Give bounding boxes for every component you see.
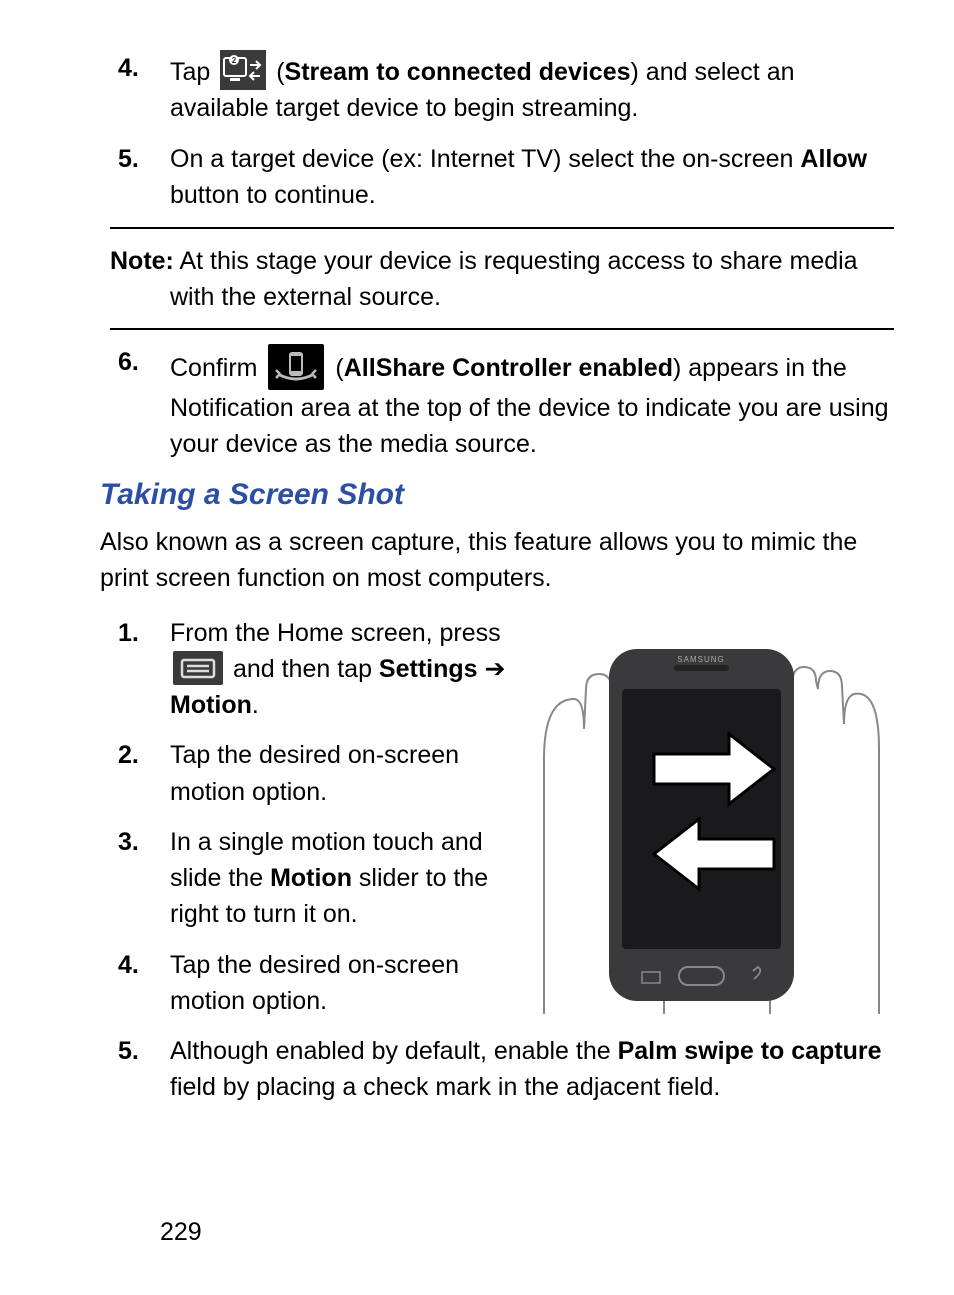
step-text-post: button to continue.	[170, 181, 376, 209]
frag1: From the Home screen, press	[170, 619, 501, 647]
two-column-layout: 1. From the Home screen, press and then …	[110, 615, 894, 1034]
step-b5: 5. Although enabled by default, enable t…	[110, 1033, 894, 1106]
step-text-pre: Confirm	[170, 354, 264, 382]
step-b2: 2. Tap the desired on-screen motion opti…	[110, 737, 518, 810]
arrow: ➔	[478, 655, 506, 683]
divider	[110, 227, 894, 229]
page-number: 229	[160, 1218, 202, 1247]
left-column: 1. From the Home screen, press and then …	[110, 615, 524, 1034]
steps-list-b: 1. From the Home screen, press and then …	[110, 615, 518, 1020]
phone-brand-text: SAMSUNG	[677, 655, 724, 664]
allow-label: Allow	[800, 145, 867, 173]
stream-to-devices-icon: 2	[220, 50, 266, 90]
allshare-controller-icon	[268, 344, 324, 390]
step-text-pre: On a target device (ex: Internet TV) sel…	[170, 145, 800, 173]
settings-label: Settings	[379, 655, 478, 683]
palm-swipe-figure: SAMSUNG	[524, 619, 894, 1019]
step-text-post: field by placing a check mark in the adj…	[170, 1073, 720, 1101]
paren-open: (	[276, 58, 284, 86]
motion-bold: Motion	[270, 864, 352, 892]
steps-list-b2: 5. Although enabled by default, enable t…	[110, 1033, 894, 1106]
manual-page: 4. Tap 2 (Stream to connected devices) a…	[0, 0, 954, 1295]
step-number: 4.	[118, 947, 139, 983]
step-text-pre: Although enabled by default, enable the	[170, 1037, 618, 1065]
step-number: 4.	[118, 50, 139, 86]
step-text-pre: Tap	[170, 58, 217, 86]
svg-text:2: 2	[232, 56, 237, 65]
icon-label: Stream to connected devices	[285, 58, 631, 86]
palm-swipe-bold: Palm swipe to capture	[618, 1037, 882, 1065]
divider	[110, 328, 894, 330]
step-text: Tap the desired on-screen motion option.	[170, 951, 459, 1015]
step-b3: 3. In a single motion touch and slide th…	[110, 824, 518, 933]
step-number: 5.	[118, 141, 139, 177]
step-number: 5.	[118, 1033, 139, 1069]
motion-label: Motion	[170, 691, 252, 719]
note-label: Note:	[110, 247, 174, 275]
note-block: Note: At this stage your device is reque…	[110, 243, 894, 316]
menu-icon	[173, 651, 223, 685]
frag2: and then tap	[233, 655, 379, 683]
steps-list-a2: 6. Confirm (AllShare Controller enabled)…	[110, 344, 894, 463]
step-number: 6.	[118, 344, 139, 380]
icon-label: AllShare Controller enabled	[344, 354, 673, 382]
right-column: SAMSUNG	[524, 615, 894, 1019]
step-text: Tap the desired on-screen motion option.	[170, 741, 459, 805]
step-number: 3.	[118, 824, 139, 860]
step-number: 2.	[118, 737, 139, 773]
step-b1: 1. From the Home screen, press and then …	[110, 615, 518, 724]
step-number: 1.	[118, 615, 139, 651]
step-4: 4. Tap 2 (Stream to connected devices) a…	[110, 50, 894, 127]
step-b4: 4. Tap the desired on-screen motion opti…	[110, 947, 518, 1020]
period: .	[252, 691, 259, 719]
step-5: 5. On a target device (ex: Internet TV) …	[110, 141, 894, 214]
steps-list-a: 4. Tap 2 (Stream to connected devices) a…	[110, 50, 894, 213]
step-6: 6. Confirm (AllShare Controller enabled)…	[110, 344, 894, 463]
section-heading: Taking a Screen Shot	[100, 478, 894, 512]
note-text: At this stage your device is requesting …	[170, 247, 858, 311]
paren-open: (	[335, 354, 343, 382]
section-intro: Also known as a screen capture, this fea…	[100, 524, 894, 597]
